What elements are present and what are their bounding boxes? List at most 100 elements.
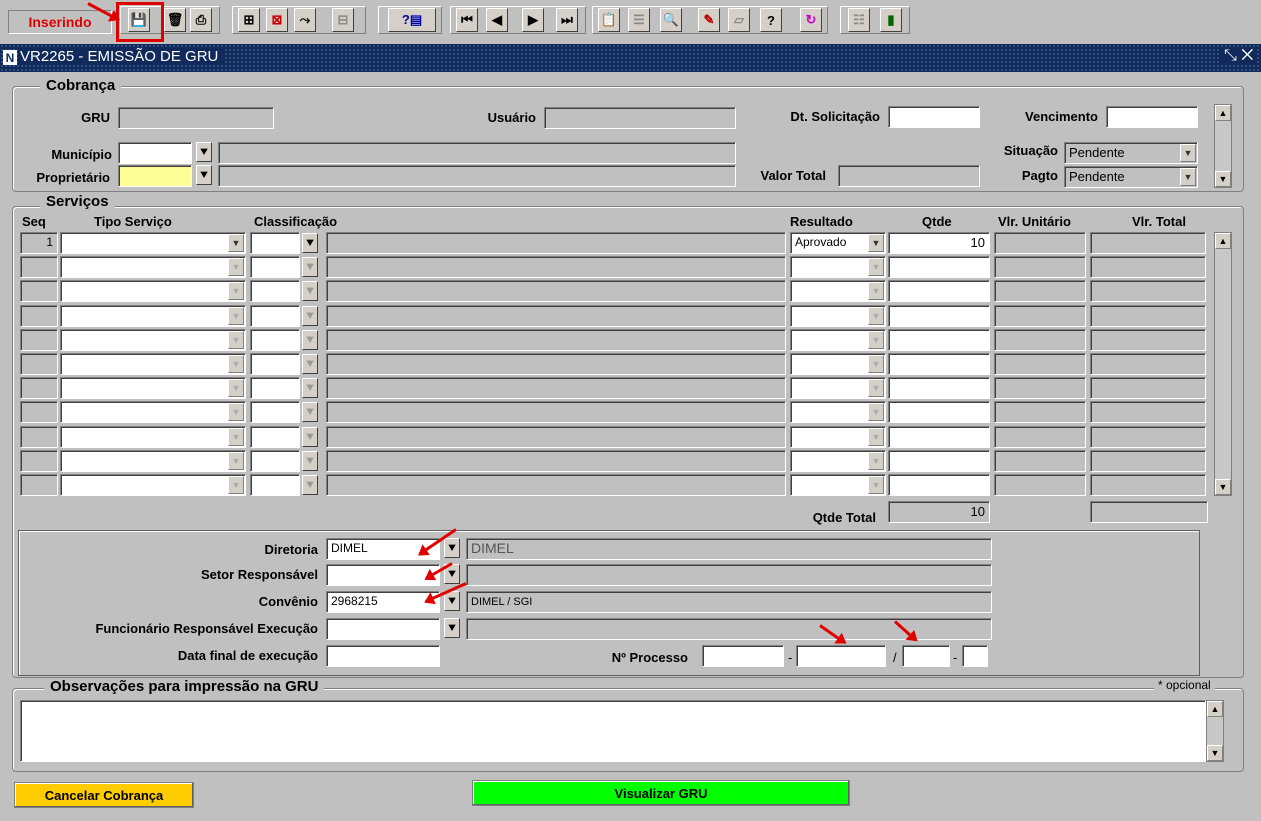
- refresh-icon[interactable]: ↻: [800, 8, 822, 32]
- delete-icon[interactable]: 🗑: [164, 8, 186, 32]
- scroll-down-icon[interactable]: ▼: [1215, 171, 1231, 187]
- row-tipo-servico-select[interactable]: ▼: [60, 305, 246, 327]
- query-icon[interactable]: ?▤: [388, 8, 436, 32]
- row-classificacao-code-field[interactable]: [250, 280, 300, 302]
- row-classificacao-lov-icon[interactable]: ⯆: [302, 330, 318, 350]
- row-resultado-select[interactable]: ▼: [790, 474, 886, 496]
- row-classificacao-code-field[interactable]: [250, 329, 300, 351]
- row-qtde-field[interactable]: [888, 401, 990, 423]
- previous-icon[interactable]: ◀: [486, 8, 508, 32]
- row-classificacao-lov-icon[interactable]: ⯆: [302, 451, 318, 471]
- row-qtde-field[interactable]: [888, 256, 990, 278]
- row-tipo-servico-select[interactable]: ▼: [60, 256, 246, 278]
- scroll-up-icon[interactable]: ▲: [1215, 233, 1231, 249]
- row-qtde-field[interactable]: [888, 426, 990, 448]
- scroll-down-icon[interactable]: ▼: [1215, 479, 1231, 495]
- observacoes-textarea[interactable]: [20, 700, 1206, 762]
- row-qtde-field[interactable]: [888, 329, 990, 351]
- row-classificacao-lov-icon[interactable]: ⯆: [302, 306, 318, 326]
- row-qtde-field[interactable]: [888, 474, 990, 496]
- servicos-scrollbar[interactable]: ▲ ▼: [1214, 232, 1232, 496]
- help-icon[interactable]: ?: [760, 8, 782, 32]
- edit-icon[interactable]: ✎: [698, 8, 720, 32]
- row-resultado-select[interactable]: ▼: [790, 401, 886, 423]
- row-tipo-servico-select[interactable]: ▼: [60, 329, 246, 351]
- form-icon[interactable]: ▱: [728, 8, 750, 32]
- row-resultado-select[interactable]: ▼: [790, 450, 886, 472]
- row-classificacao-lov-icon[interactable]: ⯆: [302, 378, 318, 398]
- clipboard-icon[interactable]: 📋: [598, 8, 620, 32]
- row-tipo-servico-select[interactable]: ▼: [60, 232, 246, 254]
- row-resultado-select[interactable]: ▼: [790, 280, 886, 302]
- duplicate-icon[interactable]: ⤳: [294, 8, 316, 32]
- row-classificacao-lov-icon[interactable]: ⯆: [302, 281, 318, 301]
- row-classificacao-lov-icon[interactable]: ⯆: [302, 354, 318, 374]
- diretoria-lov-icon[interactable]: ⯆: [444, 538, 460, 558]
- situacao-select[interactable]: Pendente ▼: [1064, 142, 1198, 164]
- row-classificacao-lov-icon[interactable]: ⯆: [302, 402, 318, 422]
- row-tipo-servico-select[interactable]: ▼: [60, 353, 246, 375]
- row-classificacao-lov-icon[interactable]: ⯆: [302, 427, 318, 447]
- row-tipo-servico-select[interactable]: ▼: [60, 377, 246, 399]
- pagto-select[interactable]: Pendente ▼: [1064, 166, 1198, 188]
- gru-field[interactable]: [118, 107, 274, 129]
- row-resultado-select[interactable]: Aprovado ▼: [790, 232, 886, 254]
- proprietario-lov-icon[interactable]: ⯆: [196, 165, 212, 185]
- scroll-up-icon[interactable]: ▲: [1215, 105, 1231, 121]
- last-icon[interactable]: ⏭: [556, 8, 578, 32]
- processo-part3-field[interactable]: [902, 645, 950, 667]
- row-classificacao-code-field[interactable]: [250, 450, 300, 472]
- row-resultado-select[interactable]: ▼: [790, 353, 886, 375]
- row-classificacao-code-field[interactable]: [250, 256, 300, 278]
- window-controls[interactable]: ⤡ ✕: [1220, 47, 1258, 65]
- row-tipo-servico-select[interactable]: ▼: [60, 280, 246, 302]
- row-qtde-field[interactable]: [888, 280, 990, 302]
- row-classificacao-code-field[interactable]: [250, 305, 300, 327]
- municipio-lov-icon[interactable]: ⯆: [196, 142, 212, 162]
- usuario-field[interactable]: [544, 107, 736, 129]
- row-resultado-select[interactable]: ▼: [790, 329, 886, 351]
- visualizar-gru-button[interactable]: Visualizar GRU: [472, 780, 850, 806]
- print-icon[interactable]: ⎙: [190, 8, 212, 32]
- scroll-up-icon[interactable]: ▲: [1207, 701, 1223, 717]
- row-qtde-field[interactable]: [888, 305, 990, 327]
- row-classificacao-lov-icon[interactable]: ⯆: [302, 475, 318, 495]
- row-tipo-servico-select[interactable]: ▼: [60, 401, 246, 423]
- row-qtde-field[interactable]: [888, 450, 990, 472]
- row-classificacao-lov-icon[interactable]: ⯆: [302, 233, 318, 253]
- funcionario-code-field[interactable]: [326, 618, 440, 640]
- clear-icon[interactable]: ⊟: [332, 8, 354, 32]
- observacoes-scrollbar[interactable]: ▲ ▼: [1206, 700, 1224, 762]
- row-classificacao-code-field[interactable]: [250, 401, 300, 423]
- row-tipo-servico-select[interactable]: ▼: [60, 426, 246, 448]
- row-resultado-select[interactable]: ▼: [790, 305, 886, 327]
- row-resultado-select[interactable]: ▼: [790, 256, 886, 278]
- search-icon[interactable]: 🔍: [660, 8, 682, 32]
- row-classificacao-lov-icon[interactable]: ⯆: [302, 257, 318, 277]
- row-tipo-servico-select[interactable]: ▼: [60, 450, 246, 472]
- funcionario-lov-icon[interactable]: ⯆: [444, 618, 460, 638]
- row-tipo-servico-select[interactable]: ▼: [60, 474, 246, 496]
- cobranca-scrollbar[interactable]: ▲ ▼: [1214, 104, 1232, 188]
- row-classificacao-code-field[interactable]: [250, 353, 300, 375]
- list-icon[interactable]: ☰: [628, 8, 650, 32]
- row-qtde-field[interactable]: 10: [888, 232, 990, 254]
- row-resultado-select[interactable]: ▼: [790, 377, 886, 399]
- vencimento-field[interactable]: [1106, 106, 1198, 128]
- processo-part1-field[interactable]: [702, 645, 784, 667]
- data-final-field[interactable]: [326, 645, 440, 667]
- row-classificacao-code-field[interactable]: [250, 377, 300, 399]
- next-icon[interactable]: ▶: [522, 8, 544, 32]
- row-classificacao-code-field[interactable]: [250, 474, 300, 496]
- remove-record-icon[interactable]: ⊠: [266, 8, 288, 32]
- first-icon[interactable]: ⏮: [456, 8, 478, 32]
- scroll-down-icon[interactable]: ▼: [1207, 745, 1223, 761]
- exit-icon[interactable]: ▮: [880, 8, 902, 32]
- insert-record-icon[interactable]: ⊞: [238, 8, 260, 32]
- processo-part4-field[interactable]: [962, 645, 988, 667]
- row-classificacao-code-field[interactable]: [250, 232, 300, 254]
- dt-solicitacao-field[interactable]: [888, 106, 980, 128]
- proprietario-code-field[interactable]: [118, 165, 192, 187]
- municipio-code-field[interactable]: [118, 142, 192, 164]
- cancel-cobranca-button[interactable]: Cancelar Cobrança: [14, 782, 194, 808]
